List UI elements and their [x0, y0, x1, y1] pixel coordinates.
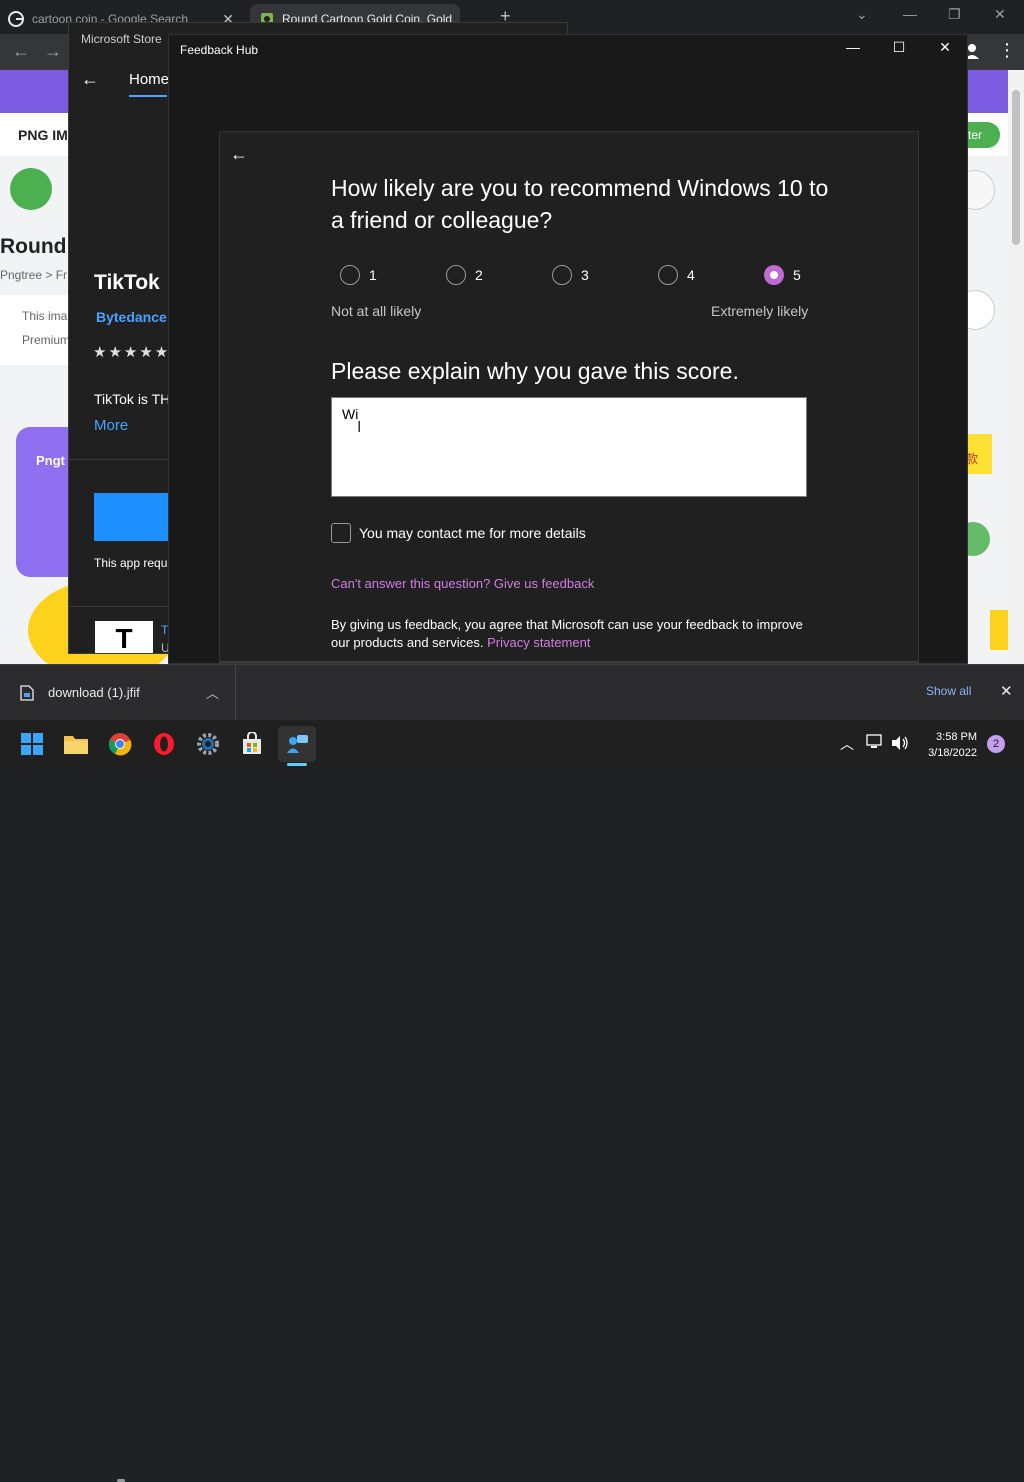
store-publisher-link[interactable]: Bytedance: [96, 309, 167, 325]
chevron-up-icon[interactable]: ︿: [206, 683, 219, 702]
privacy-statement-link[interactable]: Privacy statement: [487, 635, 590, 650]
network-icon[interactable]: [866, 734, 884, 750]
active-app-indicator: [287, 763, 307, 766]
feedback-hub-icon[interactable]: [278, 726, 316, 762]
hub-maximize-icon[interactable]: ☐: [885, 39, 913, 56]
rating-option-3[interactable]: 3: [552, 265, 589, 285]
webpage-scrollbar[interactable]: [1008, 70, 1024, 664]
scale-low-label: Not at all likely: [331, 303, 422, 319]
survey-back-icon[interactable]: ←: [230, 144, 248, 165]
notification-badge[interactable]: 2: [987, 735, 1005, 753]
contact-label: You may contact me for more details: [359, 525, 586, 541]
hub-minimize-icon[interactable]: —: [839, 39, 867, 55]
store-install-button[interactable]: [94, 493, 169, 541]
store-nav-home[interactable]: Home: [129, 71, 169, 88]
download-item[interactable]: download (1).jfif ︿: [0, 665, 236, 720]
store-app-name: TikTok: [94, 271, 160, 294]
opera-icon[interactable]: [148, 728, 180, 760]
esrb-rating-icon: T: [95, 621, 153, 653]
radio-icon: [552, 265, 572, 285]
webpage-nav-text: PNG IM: [18, 127, 68, 143]
tab-search-icon[interactable]: ⌄: [856, 6, 868, 23]
rating-option-5[interactable]: 5: [764, 265, 801, 285]
store-more-link[interactable]: More: [94, 417, 128, 434]
microsoft-store-icon[interactable]: [236, 728, 268, 760]
webpage-side-coin: [990, 610, 1008, 650]
promo-tag: 款: [966, 434, 992, 474]
radio-icon: [340, 265, 360, 285]
browser-menu-icon[interactable]: ⋮: [998, 40, 1016, 61]
contact-checkbox[interactable]: [331, 523, 351, 543]
store-divider: [69, 606, 169, 607]
explain-textarea[interactable]: Wi: [331, 397, 807, 497]
windows-start-icon[interactable]: [16, 728, 48, 760]
store-nav-underline: [129, 95, 167, 97]
store-rating-stars: ★★★★★: [93, 344, 171, 361]
webpage-breadcrumb: Pngtree > Fr: [0, 268, 68, 282]
rating-option-4[interactable]: 4: [658, 265, 695, 285]
rating-option-2[interactable]: 2: [446, 265, 483, 285]
chrome-icon[interactable]: [104, 728, 136, 760]
pngtree-logo-icon: [10, 168, 52, 210]
minimize-icon[interactable]: —: [903, 6, 917, 22]
store-requirements: This app requ: [94, 556, 168, 570]
rating-option-1[interactable]: 1: [340, 265, 377, 285]
browser-back-icon[interactable]: ←: [12, 41, 30, 62]
info-line: Premium: [22, 333, 71, 347]
close-window-icon[interactable]: ✕: [994, 6, 1006, 23]
explain-question: Please explain why you gave this score.: [331, 358, 739, 384]
download-bar: download (1).jfif ︿ Show all ✕: [0, 664, 1024, 720]
cant-answer-link[interactable]: Can't answer this question? Give us feed…: [331, 576, 594, 591]
store-window-title: Microsoft Store: [81, 32, 162, 46]
survey-panel: ← How likely are you to recommend Window…: [219, 131, 919, 663]
file-icon: [20, 684, 34, 701]
clock-date: 3/18/2022: [928, 747, 977, 759]
store-back-icon[interactable]: ←: [81, 69, 99, 90]
file-explorer-icon[interactable]: [60, 728, 92, 760]
info-line: This ima: [22, 309, 68, 323]
webpage-heading: Round: [0, 235, 67, 258]
contact-checkbox-row[interactable]: You may contact me for more details: [331, 523, 586, 543]
show-all-button[interactable]: Show all: [926, 684, 971, 698]
scale-high-label: Extremely likely: [711, 303, 809, 319]
legal-notice: By giving us feedback, you agree that Mi…: [331, 616, 821, 652]
hub-window-title: Feedback Hub: [180, 43, 259, 57]
rating-label: 1: [369, 267, 377, 283]
chevron-up-icon[interactable]: ︿: [840, 734, 854, 754]
browser-forward-icon[interactable]: →: [44, 41, 62, 62]
rating-label: 5: [793, 267, 801, 283]
text-cursor-icon: I: [357, 419, 362, 436]
store-description: TikTok is TH: [94, 391, 171, 407]
rating-label: 3: [581, 267, 589, 283]
scrollbar-thumb[interactable]: [1012, 90, 1020, 245]
volume-icon[interactable]: [891, 735, 909, 751]
radio-icon: [658, 265, 678, 285]
google-favicon-icon: [8, 11, 24, 27]
system-clock[interactable]: 3:58 PM 3/18/2022: [925, 729, 977, 761]
rating-label: 4: [687, 267, 695, 283]
radio-icon: [446, 265, 466, 285]
feedback-hub-window: Feedback Hub — ☐ ✕ ← How likely are you …: [168, 34, 968, 664]
store-divider: [69, 459, 169, 460]
radio-selected-icon: [764, 265, 784, 285]
close-download-bar-icon[interactable]: ✕: [1000, 682, 1013, 700]
settings-gear-icon[interactable]: [192, 728, 224, 760]
hub-close-icon[interactable]: ✕: [931, 39, 959, 56]
rating-label: 2: [475, 267, 483, 283]
windows-taskbar: ︿ 3:58 PM 3/18/2022 2: [0, 720, 1024, 1482]
rating-group: 1 2 3 4 5: [340, 265, 810, 285]
recommend-question: How likely are you to recommend Windows …: [331, 175, 829, 233]
clock-time: 3:58 PM: [936, 731, 977, 743]
restore-icon[interactable]: ❐: [948, 6, 961, 23]
download-file-name: download (1).jfif: [48, 685, 140, 700]
promo-label: Pngt: [36, 453, 65, 468]
